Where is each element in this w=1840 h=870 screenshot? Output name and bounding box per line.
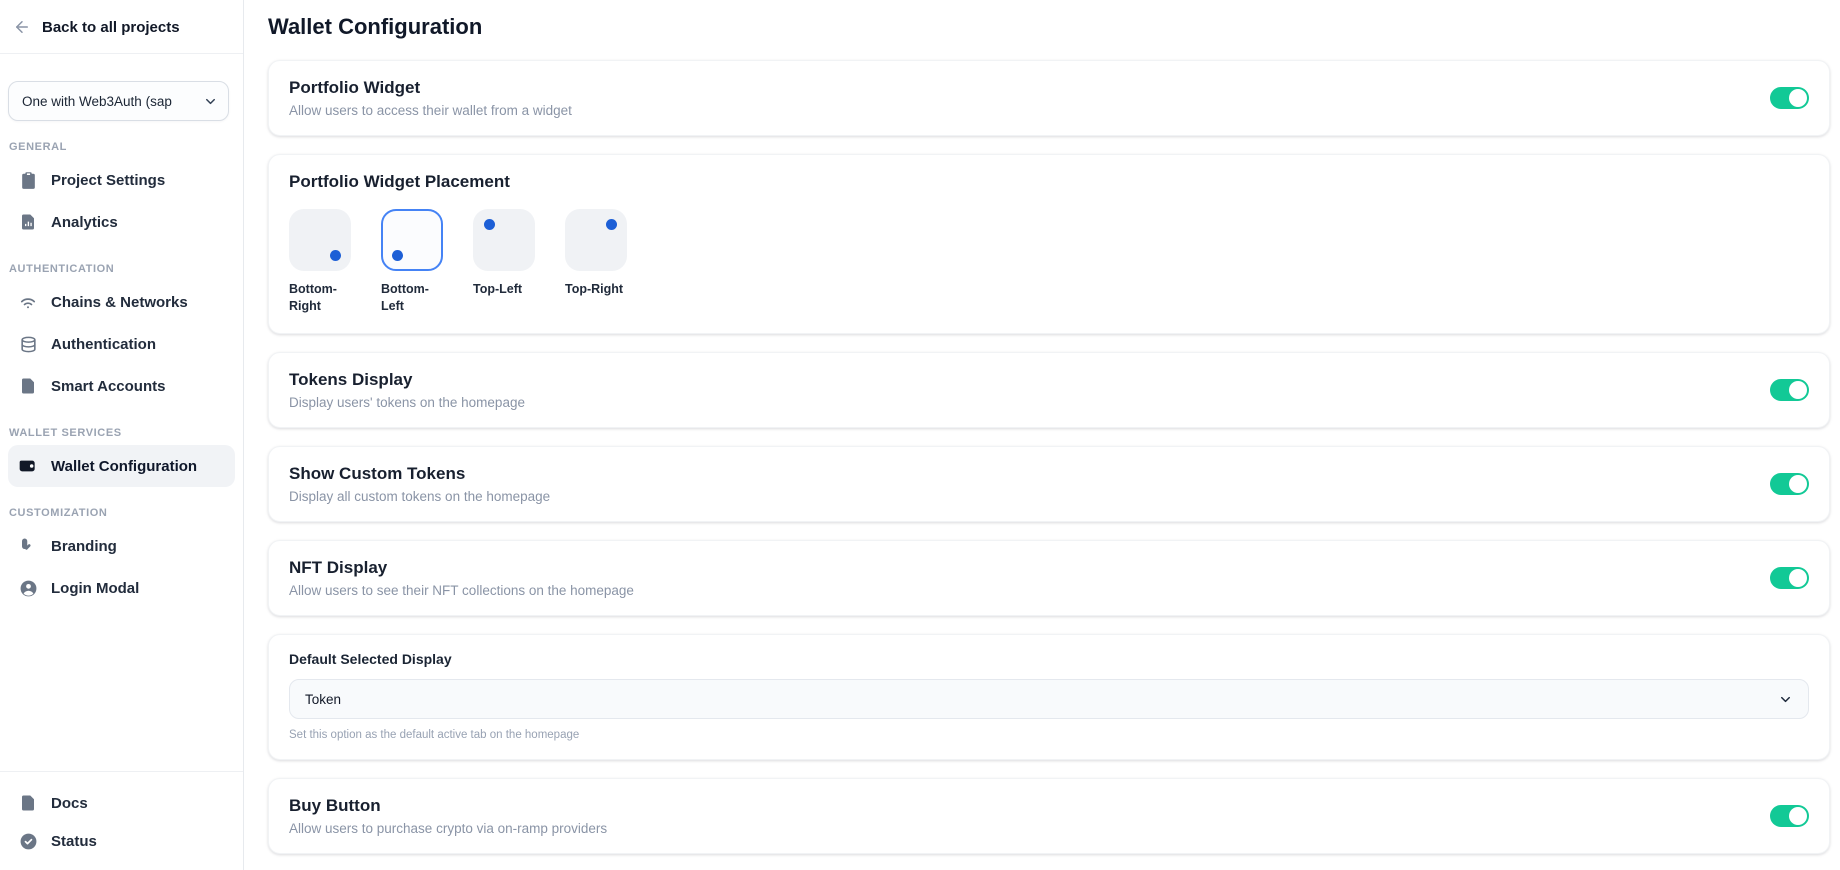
placement-tile[interactable] [473, 209, 535, 271]
sidebar-item-label: Chains & Networks [51, 294, 188, 311]
sidebar-item-docs[interactable]: Docs [8, 784, 235, 822]
buy-button-text: Buy Button Allow users to purchase crypt… [289, 796, 607, 836]
clipboard-icon [18, 170, 38, 190]
sidebar-item-status[interactable]: Status [8, 822, 235, 860]
section-label-general: GENERAL [9, 141, 235, 153]
project-selector-value: One with Web3Auth (sap [22, 94, 203, 109]
card-description: Allow users to purchase crypto via on-ra… [289, 821, 607, 836]
card-description: Allow users to access their wallet from … [289, 103, 572, 118]
card-title: Portfolio Widget Placement [289, 172, 1809, 192]
card-description: Display all custom tokens on the homepag… [289, 489, 550, 504]
document-icon [18, 793, 38, 813]
placement-card: Portfolio Widget Placement Bottom-Right … [268, 154, 1830, 334]
nft-display-text: NFT Display Allow users to see their NFT… [289, 558, 634, 598]
portfolio-widget-text: Portfolio Widget Allow users to access t… [289, 78, 572, 118]
wallet-icon [18, 456, 38, 476]
sidebar-item-label: Smart Accounts [51, 378, 165, 395]
sidebar-item-authentication[interactable]: Authentication [8, 323, 235, 365]
card-title: NFT Display [289, 558, 634, 578]
placement-label: Bottom-Right [289, 281, 353, 315]
sidebar-item-label: Authentication [51, 336, 156, 353]
card-title: Buy Button [289, 796, 607, 816]
card-description: Display users' tokens on the homepage [289, 395, 525, 410]
sidebar-item-wallet-configuration[interactable]: Wallet Configuration [8, 445, 235, 487]
sidebar-item-analytics[interactable]: Analytics [8, 201, 235, 243]
show-custom-tokens-card: Show Custom Tokens Display all custom to… [268, 446, 1830, 522]
placement-dot-icon [330, 250, 341, 261]
project-selector-dropdown[interactable]: One with Web3Auth (sap [8, 81, 229, 121]
nft-display-card: NFT Display Allow users to see their NFT… [268, 540, 1830, 616]
select-value: Token [305, 692, 341, 707]
field-label: Default Selected Display [289, 651, 1809, 667]
placement-dot-icon [484, 219, 495, 230]
sidebar-item-smart-accounts[interactable]: Smart Accounts [8, 365, 235, 407]
sidebar-nav: GENERAL Project Settings Analytics AUTHE… [0, 121, 243, 609]
sidebar-footer: Docs Status [0, 771, 243, 870]
portfolio-widget-toggle[interactable] [1770, 87, 1809, 109]
database-icon [18, 334, 38, 354]
sidebar-item-branding[interactable]: Branding [8, 525, 235, 567]
buy-button-card: Buy Button Allow users to purchase crypt… [268, 778, 1830, 854]
nft-display-toggle[interactable] [1770, 567, 1809, 589]
sidebar-item-label: Status [51, 833, 97, 850]
wifi-icon [18, 292, 38, 312]
placement-dot-icon [392, 250, 403, 261]
card-title: Portfolio Widget [289, 78, 572, 98]
placement-option-bottom-right[interactable]: Bottom-Right [289, 209, 355, 315]
placement-tile-selected[interactable] [381, 209, 443, 271]
sidebar-item-label: Project Settings [51, 172, 165, 189]
placement-tile[interactable] [565, 209, 627, 271]
placement-option-top-right[interactable]: Top-Right [565, 209, 631, 315]
section-label-customization: CUSTOMIZATION [9, 507, 235, 519]
back-label: Back to all projects [42, 19, 180, 36]
show-custom-tokens-text: Show Custom Tokens Display all custom to… [289, 464, 550, 504]
back-to-projects-link[interactable]: Back to all projects [0, 0, 243, 54]
paintbrush-icon [18, 536, 38, 556]
default-display-card: Default Selected Display Token Set this … [268, 634, 1830, 760]
document-icon [18, 376, 38, 396]
placement-option-top-left[interactable]: Top-Left [473, 209, 539, 315]
field-helper-text: Set this option as the default active ta… [289, 729, 1809, 741]
tokens-display-card: Tokens Display Display users' tokens on … [268, 352, 1830, 428]
placement-label: Bottom-Left [381, 281, 445, 315]
placement-label: Top-Right [565, 281, 629, 298]
buy-button-toggle[interactable] [1770, 805, 1809, 827]
tokens-display-text: Tokens Display Display users' tokens on … [289, 370, 525, 410]
sidebar-item-project-settings[interactable]: Project Settings [8, 159, 235, 201]
chevron-down-icon [203, 94, 218, 109]
placement-tile[interactable] [289, 209, 351, 271]
user-circle-icon [18, 578, 38, 598]
card-title: Tokens Display [289, 370, 525, 390]
chevron-down-icon [1778, 692, 1793, 707]
sidebar-item-label: Wallet Configuration [51, 458, 197, 475]
sidebar-item-label: Docs [51, 795, 88, 812]
show-custom-tokens-toggle[interactable] [1770, 473, 1809, 495]
placement-dot-icon [606, 219, 617, 230]
sidebar-item-label: Analytics [51, 214, 118, 231]
card-title: Show Custom Tokens [289, 464, 550, 484]
section-label-authentication: AUTHENTICATION [9, 263, 235, 275]
sidebar-item-label: Branding [51, 538, 117, 555]
sidebar-item-chains-networks[interactable]: Chains & Networks [8, 281, 235, 323]
card-description: Allow users to see their NFT collections… [289, 583, 634, 598]
sidebar-item-login-modal[interactable]: Login Modal [8, 567, 235, 609]
portfolio-widget-card: Portfolio Widget Allow users to access t… [268, 60, 1830, 136]
sidebar-item-label: Login Modal [51, 580, 139, 597]
placement-label: Top-Left [473, 281, 537, 298]
section-label-wallet-services: WALLET SERVICES [9, 427, 235, 439]
placement-options: Bottom-Right Bottom-Left Top-Left Top-Ri… [289, 209, 1809, 315]
tokens-display-toggle[interactable] [1770, 379, 1809, 401]
arrow-left-icon [13, 18, 31, 36]
main-content: Wallet Configuration Portfolio Widget Al… [244, 0, 1840, 870]
sidebar: Back to all projects One with Web3Auth (… [0, 0, 244, 870]
check-circle-icon [18, 831, 38, 851]
placement-option-bottom-left[interactable]: Bottom-Left [381, 209, 447, 315]
default-display-select[interactable]: Token [289, 679, 1809, 719]
analytics-doc-icon [18, 212, 38, 232]
page-title: Wallet Configuration [268, 14, 1830, 40]
